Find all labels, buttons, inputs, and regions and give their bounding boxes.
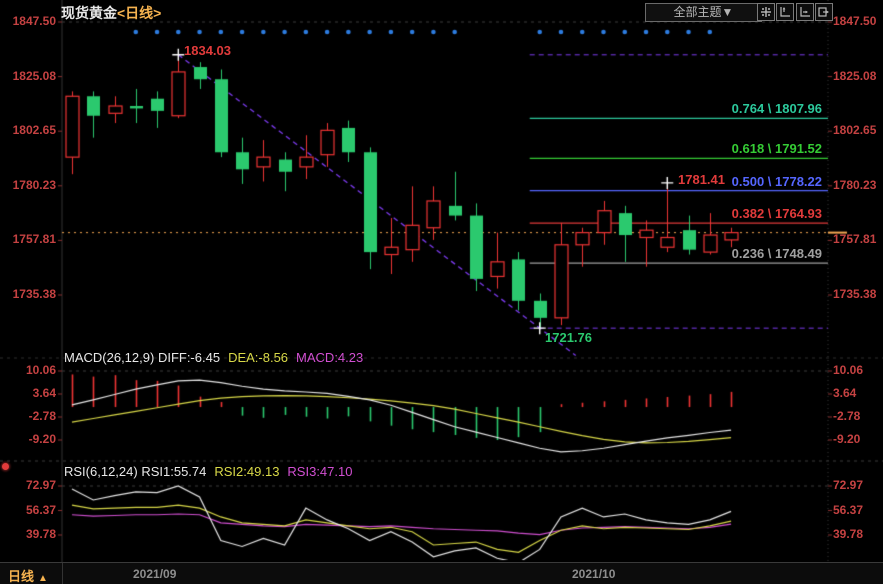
- screenshot-export-icon[interactable]: [815, 3, 833, 21]
- panel-collapse-icon[interactable]: [2, 463, 9, 470]
- macd-indicator-header[interactable]: MACD(26,12,9) DIFF:-6.45 DEA:-8.56 MACD:4.…: [64, 350, 363, 365]
- pan-icon[interactable]: [757, 3, 775, 21]
- period-tag: <日线>: [117, 5, 161, 21]
- rsi3-value: RSI3:47.10: [287, 464, 352, 479]
- period-tab-daily[interactable]: 日线▲: [8, 566, 48, 584]
- swing-low-price-label: 1721.76: [545, 330, 592, 345]
- rsi-indicator-header[interactable]: RSI(6,12,24) RSI1:55.74 RSI2:49.13 RSI3:47…: [64, 464, 352, 479]
- rsi-name-and-rsi1: RSI(6,12,24) RSI1:55.74: [64, 464, 206, 479]
- theme-dropdown-button[interactable]: 全部主题▼: [645, 3, 762, 22]
- fib-level-0764-label: 0.764 \ 1807.96: [732, 101, 822, 116]
- fib-level-0236-label: 0.236 \ 1748.49: [732, 246, 822, 261]
- macd-macd-value: MACD:4.23: [296, 350, 363, 365]
- fib-level-0382-label: 0.382 \ 1764.93: [732, 206, 822, 221]
- retrace-high-price-label: 1781.41: [678, 172, 725, 187]
- symbol-name: 现货黄金: [61, 5, 117, 21]
- macd-dea-value: DEA:-8.56: [228, 350, 288, 365]
- x-axis-label-sep: 2021/09: [133, 567, 176, 581]
- bottom-bar: 日线▲ 2021/09 2021/10: [0, 562, 883, 584]
- fib-level-0500-label: 0.500 \ 1778.22: [732, 174, 822, 189]
- chart-title: 现货黄金<日线>: [61, 3, 161, 23]
- swing-high-price-label: 1834.03: [184, 43, 231, 58]
- fib-level-0618-label: 0.618 \ 1791.52: [732, 141, 822, 156]
- x-axis-label-oct: 2021/10: [572, 567, 615, 581]
- trading-app-window: 1847.501847.501825.081825.081802.651802.…: [0, 0, 883, 584]
- rsi2-value: RSI2:49.13: [214, 464, 279, 479]
- chevron-up-icon: ▲: [38, 573, 48, 584]
- macd-name-and-diff: MACD(26,12,9) DIFF:-6.45: [64, 350, 220, 365]
- bottom-bar-divider: [62, 563, 63, 584]
- scale-x-axis-icon[interactable]: [776, 3, 794, 21]
- scale-y-axis-icon[interactable]: [796, 3, 814, 21]
